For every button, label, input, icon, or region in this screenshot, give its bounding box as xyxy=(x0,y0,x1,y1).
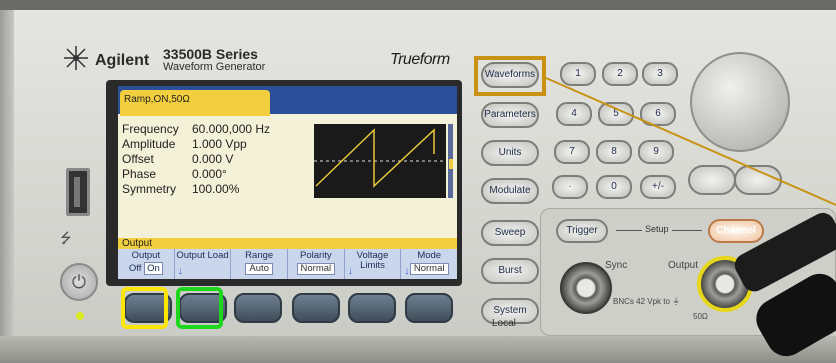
waveform-generator-panel: Agilent 33500B Series Waveform Generator… xyxy=(0,0,836,363)
callout-line xyxy=(545,77,836,206)
